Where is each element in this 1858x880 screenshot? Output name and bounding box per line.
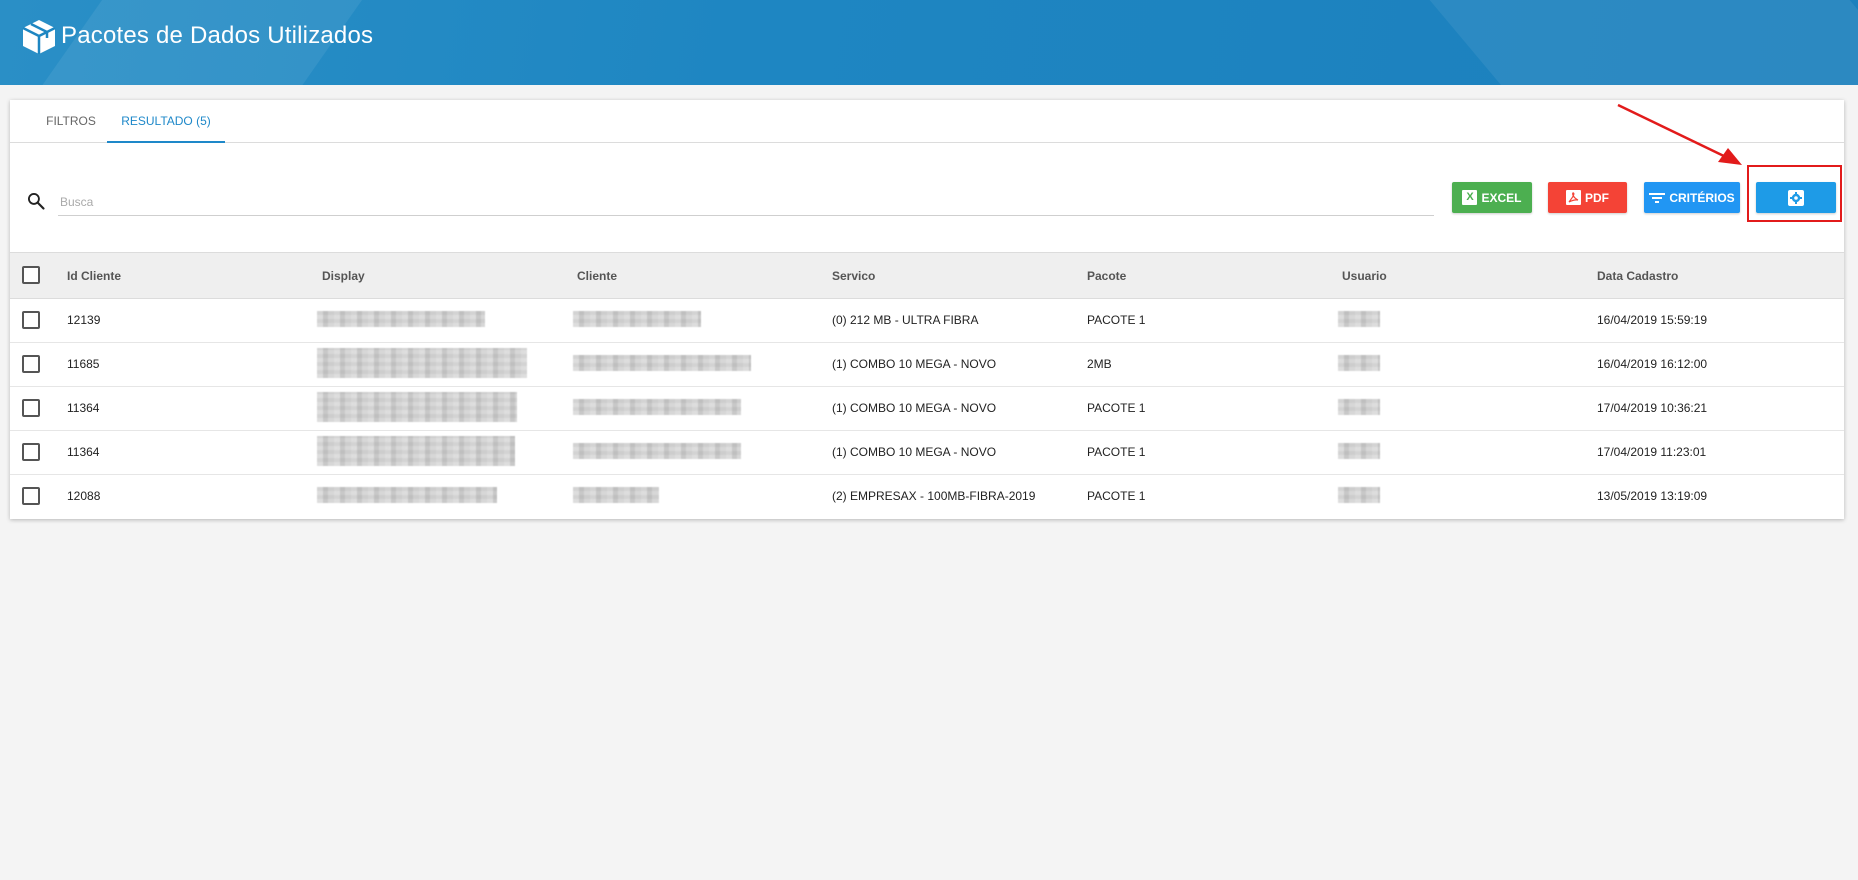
redacted-cliente: [573, 443, 741, 459]
redacted-display: [317, 436, 515, 466]
results-card: FILTROS RESULTADO (5) X EXCEL PDF CRITÉR…: [10, 100, 1844, 519]
redacted-usuario: [1338, 399, 1380, 415]
cell-pacote: 2MB: [1087, 357, 1112, 371]
excel-export-button[interactable]: X EXCEL: [1452, 182, 1532, 213]
cell-pacote: PACOTE 1: [1087, 445, 1146, 459]
criterios-button[interactable]: CRITÉRIOS: [1644, 182, 1740, 213]
cell-data-cadastro: 17/04/2019 10:36:21: [1597, 401, 1708, 415]
redacted-usuario: [1338, 443, 1380, 459]
cell-data-cadastro: 16/04/2019 16:12:00: [1597, 357, 1708, 371]
table-row[interactable]: 11364 (1) COMBO 10 MEGA - NOVO PACOTE 1 …: [10, 430, 1844, 475]
arrow-annotation-icon: [1617, 103, 1742, 165]
cell-id-cliente: 11364: [67, 401, 100, 415]
row-checkbox[interactable]: [22, 487, 40, 505]
redacted-cliente: [573, 399, 741, 415]
column-header[interactable]: Servico: [832, 269, 875, 283]
highlight-annotation-box: [1747, 165, 1842, 222]
cell-servico: (1) COMBO 10 MEGA - NOVO: [832, 357, 997, 371]
cell-data-cadastro: 16/04/2019 15:59:19: [1597, 313, 1708, 327]
pdf-icon: [1566, 190, 1581, 205]
cell-id-cliente: 11685: [67, 357, 100, 371]
column-header[interactable]: Data Cadastro: [1597, 269, 1678, 283]
filter-icon: [1649, 192, 1666, 203]
cell-id-cliente: 12088: [67, 489, 101, 503]
redacted-usuario: [1338, 487, 1380, 503]
cell-pacote: PACOTE 1: [1087, 489, 1146, 503]
app-header: Pacotes de Dados Utilizados: [0, 0, 1858, 85]
table-row[interactable]: 12088 (2) EMPRESAX - 100MB-FIBRA-2019 PA…: [10, 474, 1844, 518]
pdf-button-label: PDF: [1585, 190, 1609, 205]
cell-servico: (2) EMPRESAX - 100MB-FIBRA-2019: [832, 489, 1036, 503]
row-checkbox[interactable]: [22, 443, 40, 461]
column-header[interactable]: Id Cliente: [67, 269, 121, 283]
tab-resultado[interactable]: RESULTADO (5): [107, 100, 225, 143]
criterios-button-label: CRITÉRIOS: [1669, 190, 1735, 205]
redacted-usuario: [1338, 355, 1380, 371]
box-cube-icon: [22, 20, 56, 54]
redacted-cliente: [573, 311, 701, 327]
column-header[interactable]: Display: [322, 269, 365, 283]
cell-servico: (1) COMBO 10 MEGA - NOVO: [832, 401, 997, 415]
redacted-display: [317, 311, 485, 327]
cell-pacote: PACOTE 1: [1087, 401, 1146, 415]
redacted-display: [317, 487, 497, 503]
column-header[interactable]: Pacote: [1087, 269, 1126, 283]
redacted-usuario: [1338, 311, 1380, 327]
tab-filtros[interactable]: FILTROS: [30, 100, 112, 142]
tab-bar: FILTROS RESULTADO (5): [10, 100, 1844, 143]
page-title: Pacotes de Dados Utilizados: [61, 22, 374, 49]
table-row[interactable]: 12139 (0) 212 MB - ULTRA FIBRA PACOTE 1 …: [10, 298, 1844, 343]
column-header[interactable]: Usuario: [1342, 269, 1387, 283]
search-icon: [27, 193, 45, 210]
redacted-cliente: [573, 487, 659, 503]
cell-servico: (0) 212 MB - ULTRA FIBRA: [832, 313, 979, 327]
redacted-display: [317, 348, 527, 378]
table-row[interactable]: 11685 (1) COMBO 10 MEGA - NOVO 2MB 16/04…: [10, 342, 1844, 387]
cell-servico: (1) COMBO 10 MEGA - NOVO: [832, 445, 997, 459]
pdf-export-button[interactable]: PDF: [1548, 182, 1627, 213]
excel-button-label: EXCEL: [1481, 190, 1522, 205]
table-header: Id Cliente Display Cliente Servico Pacot…: [10, 252, 1844, 299]
row-checkbox[interactable]: [22, 311, 40, 329]
row-checkbox[interactable]: [22, 355, 40, 373]
cell-pacote: PACOTE 1: [1087, 313, 1146, 327]
redacted-cliente: [573, 355, 751, 371]
column-header[interactable]: Cliente: [577, 269, 617, 283]
cell-id-cliente: 11364: [67, 445, 100, 459]
header-decoration: [1412, 0, 1858, 85]
search-input[interactable]: [58, 189, 1434, 216]
redacted-display: [317, 392, 517, 422]
select-all-checkbox[interactable]: [22, 266, 40, 284]
cell-id-cliente: 12139: [67, 313, 101, 327]
table-row[interactable]: 11364 (1) COMBO 10 MEGA - NOVO PACOTE 1 …: [10, 386, 1844, 431]
cell-data-cadastro: 13/05/2019 13:19:09: [1597, 489, 1708, 503]
row-checkbox[interactable]: [22, 399, 40, 417]
excel-icon: X: [1462, 190, 1478, 205]
cell-data-cadastro: 17/04/2019 11:23:01: [1597, 445, 1707, 459]
